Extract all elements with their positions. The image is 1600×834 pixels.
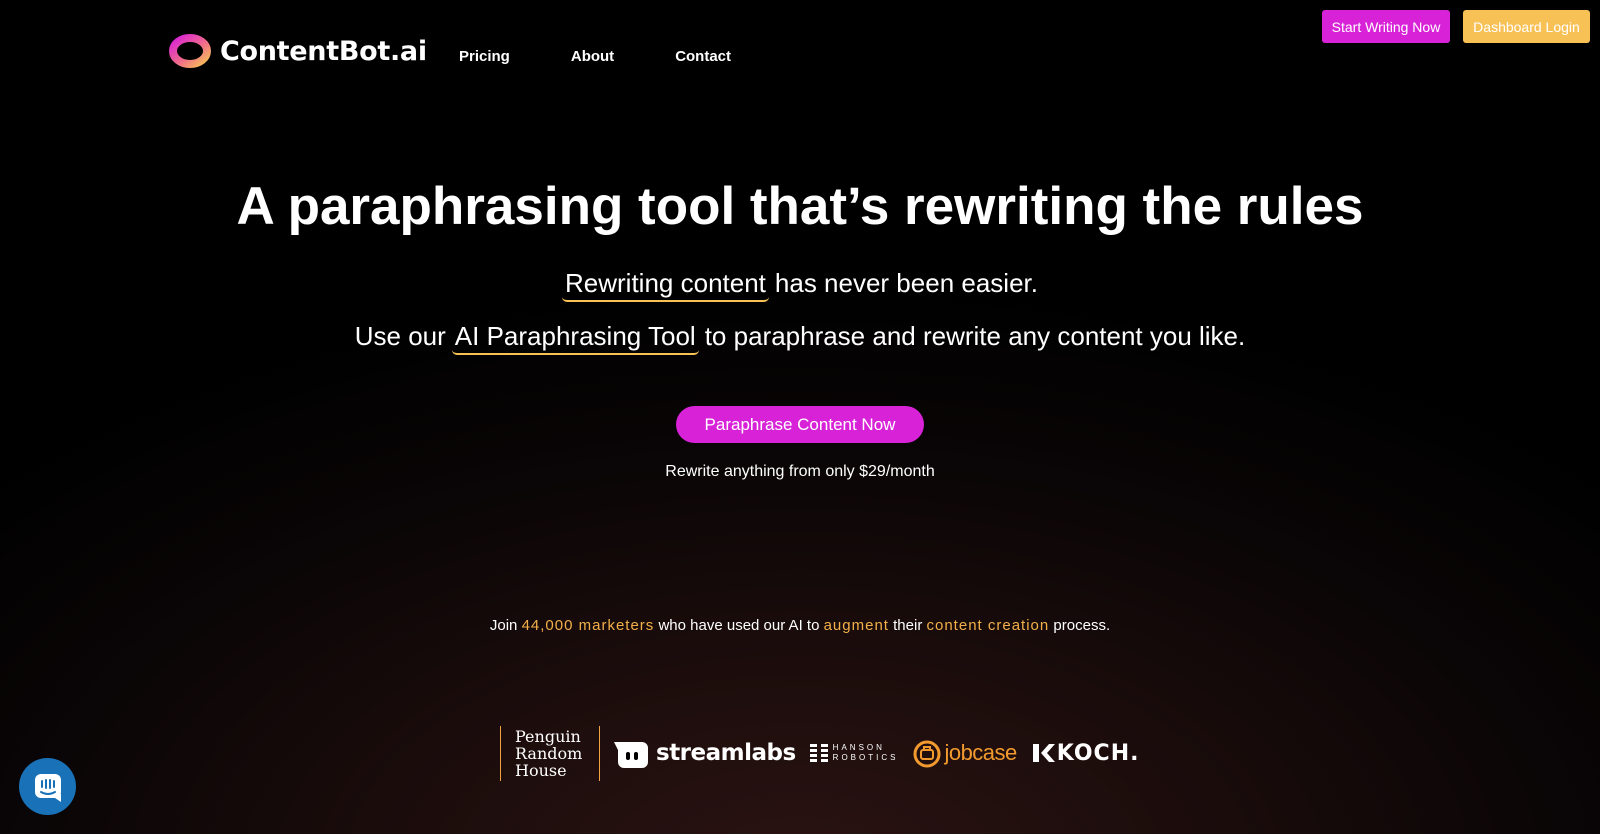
- social-proof-text: Join 44,000 marketers who have used our …: [0, 617, 1600, 634]
- koch-wordmark: KOCH.: [1056, 740, 1140, 766]
- hanson-line1: HANSON: [832, 743, 885, 752]
- nav-pricing-link[interactable]: Pricing: [459, 48, 510, 65]
- penguin-line1: Penguin: [515, 726, 581, 746]
- augment-word: augment: [823, 617, 889, 634]
- paraphrase-content-button[interactable]: Paraphrase Content Now: [676, 406, 924, 443]
- price-note: Rewrite anything from only $29/month: [665, 463, 935, 480]
- penguin-random-house-logo: Penguin Random House: [500, 725, 600, 781]
- line2-prefix: Use our: [354, 321, 446, 351]
- chat-bubble-icon: [34, 773, 61, 802]
- hero-subtitle-line1: Rewriting content has never been easier.: [0, 268, 1600, 302]
- their-word: their: [893, 617, 923, 634]
- hero-subtitle-line2: Use our AI Paraphrasing Tool to paraphrase…: [0, 321, 1600, 355]
- dashboard-login-button[interactable]: Dashboard Login: [1463, 10, 1590, 43]
- brand-logo[interactable]: ContentBot.ai: [168, 34, 427, 68]
- highlight-ai-paraphrasing-tool: AI Paraphrasing Tool: [451, 321, 699, 355]
- line1-rest: has never been easier.: [774, 268, 1038, 298]
- page-title: A paraphrasing tool that’s rewriting the…: [236, 177, 1364, 236]
- jobcase-wordmark: jobcase: [944, 740, 1017, 765]
- marketers-count: 44,000 marketers: [521, 617, 655, 634]
- nav-about-link[interactable]: About: [571, 48, 614, 65]
- highlight-rewriting-content: Rewriting content: [562, 268, 769, 302]
- koch-logo: KOCH.: [1032, 740, 1140, 766]
- jobcase-icon: [913, 740, 941, 768]
- ring-logo-icon: [169, 34, 211, 68]
- hanson-icon: [809, 744, 828, 762]
- streamlabs-logo: streamlabs: [614, 738, 796, 768]
- jobcase-logo: jobcase: [912, 738, 1017, 768]
- streamlabs-wordmark: streamlabs: [656, 740, 796, 766]
- join-word: Join: [489, 617, 518, 634]
- who-text: who have used our AI to: [658, 617, 820, 634]
- start-writing-button[interactable]: Start Writing Now: [1322, 10, 1450, 43]
- hanson-robotics-logo: HANSON ROBOTICS: [809, 743, 899, 763]
- streamlabs-icon: [614, 742, 648, 768]
- process-word: process.: [1053, 617, 1111, 634]
- penguin-line2: Random: [515, 743, 583, 763]
- main-nav: Pricing About Contact: [459, 48, 792, 65]
- client-logos: Penguin Random House streamlabs HANSON R…: [500, 725, 1140, 781]
- nav-contact-link[interactable]: Contact: [675, 48, 731, 65]
- koch-icon: [1032, 744, 1055, 762]
- penguin-line3: House: [515, 760, 567, 780]
- brand-name: ContentBot.ai: [220, 35, 427, 67]
- hanson-line2: ROBOTICS: [832, 753, 899, 762]
- line2-suffix: to paraphrase and rewrite any content yo…: [704, 321, 1246, 351]
- chat-widget-button[interactable]: [19, 758, 76, 815]
- hanson-wordmark: HANSON ROBOTICS: [833, 743, 899, 763]
- content-creation-text: content creation: [926, 617, 1050, 634]
